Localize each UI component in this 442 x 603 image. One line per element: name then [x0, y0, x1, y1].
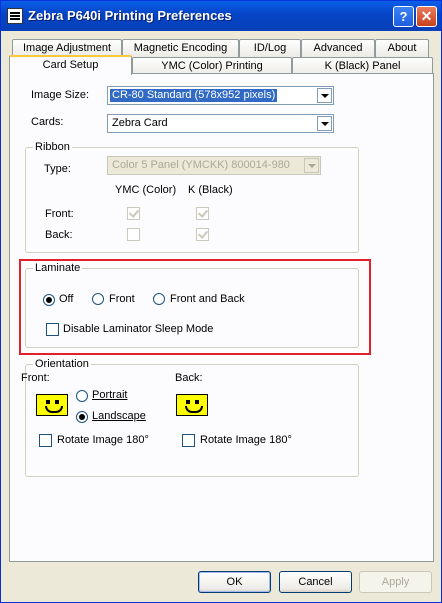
front-orientation-preview-icon	[36, 394, 68, 416]
orientation-back-label: Back:	[175, 372, 203, 384]
rotate-back-label[interactable]: Rotate Image 180°	[200, 434, 292, 446]
image-size-value: CR-80 Standard (578x952 pixels)	[110, 89, 278, 102]
back-k-checkbox[interactable]	[196, 228, 209, 241]
cards-dropdown[interactable]: Zebra Card	[107, 114, 334, 133]
help-button[interactable]: ?	[393, 6, 414, 27]
ribbon-back-label: Back:	[45, 229, 73, 241]
ribbon-type-label: Type:	[44, 163, 71, 175]
printer-icon	[7, 8, 23, 24]
cancel-button[interactable]: Cancel	[279, 571, 352, 593]
cards-label: Cards:	[31, 116, 64, 128]
ok-button[interactable]: OK	[198, 571, 271, 593]
chevron-down-icon[interactable]	[317, 116, 332, 131]
back-ymc-checkbox[interactable]	[127, 228, 140, 241]
front-ymc-checkbox[interactable]	[127, 207, 140, 220]
orientation-group-title: Orientation	[33, 358, 91, 370]
image-size-dropdown[interactable]: CR-80 Standard (578x952 pixels)	[107, 86, 334, 105]
tab-about[interactable]: About	[375, 39, 429, 57]
landscape-label[interactable]: Landscape	[92, 410, 146, 422]
window-title: Zebra P640i Printing Preferences	[28, 8, 232, 23]
orientation-group: Orientation Front: Back: Portrait Landsc…	[21, 358, 359, 477]
ribbon-front-label: Front:	[45, 208, 74, 220]
preferences-window: Zebra P640i Printing Preferences ? ✕ Ima…	[0, 0, 442, 603]
k-column-header: K (Black)	[188, 184, 233, 196]
title-bar[interactable]: Zebra P640i Printing Preferences ? ✕	[1, 1, 441, 31]
close-button[interactable]: ✕	[416, 6, 437, 27]
ribbon-group: Ribbon Type: Color 5 Panel (YMCKK) 80001…	[25, 141, 359, 253]
ribbon-type-value: Color 5 Panel (YMCKK) 800014-980	[112, 159, 290, 171]
ribbon-type-dropdown[interactable]: Color 5 Panel (YMCKK) 800014-980	[107, 156, 321, 175]
rotate-front-checkbox[interactable]	[39, 434, 52, 447]
laminate-highlight-box	[19, 259, 371, 355]
orientation-front-label: Front:	[21, 372, 50, 384]
rotate-back-checkbox[interactable]	[182, 434, 195, 447]
tab-magnetic-encoding[interactable]: Magnetic Encoding	[122, 39, 239, 57]
tab-id-log[interactable]: ID/Log	[239, 39, 301, 57]
ribbon-group-title: Ribbon	[33, 141, 72, 153]
portrait-radio[interactable]	[76, 390, 88, 402]
apply-button[interactable]: Apply	[359, 571, 432, 593]
tab-card-setup[interactable]: Card Setup	[9, 55, 132, 75]
image-size-label: Image Size:	[31, 89, 90, 101]
landscape-radio[interactable]	[76, 411, 88, 423]
ymc-column-header: YMC (Color)	[115, 184, 177, 196]
tab-advanced[interactable]: Advanced	[301, 39, 375, 57]
cards-value: Zebra Card	[112, 117, 168, 129]
chevron-down-icon[interactable]	[304, 158, 319, 173]
back-orientation-preview-icon	[176, 394, 208, 416]
chevron-down-icon[interactable]	[317, 88, 332, 103]
front-k-checkbox[interactable]	[196, 207, 209, 220]
rotate-front-label[interactable]: Rotate Image 180°	[57, 434, 149, 446]
portrait-label[interactable]: Portrait	[92, 389, 127, 401]
